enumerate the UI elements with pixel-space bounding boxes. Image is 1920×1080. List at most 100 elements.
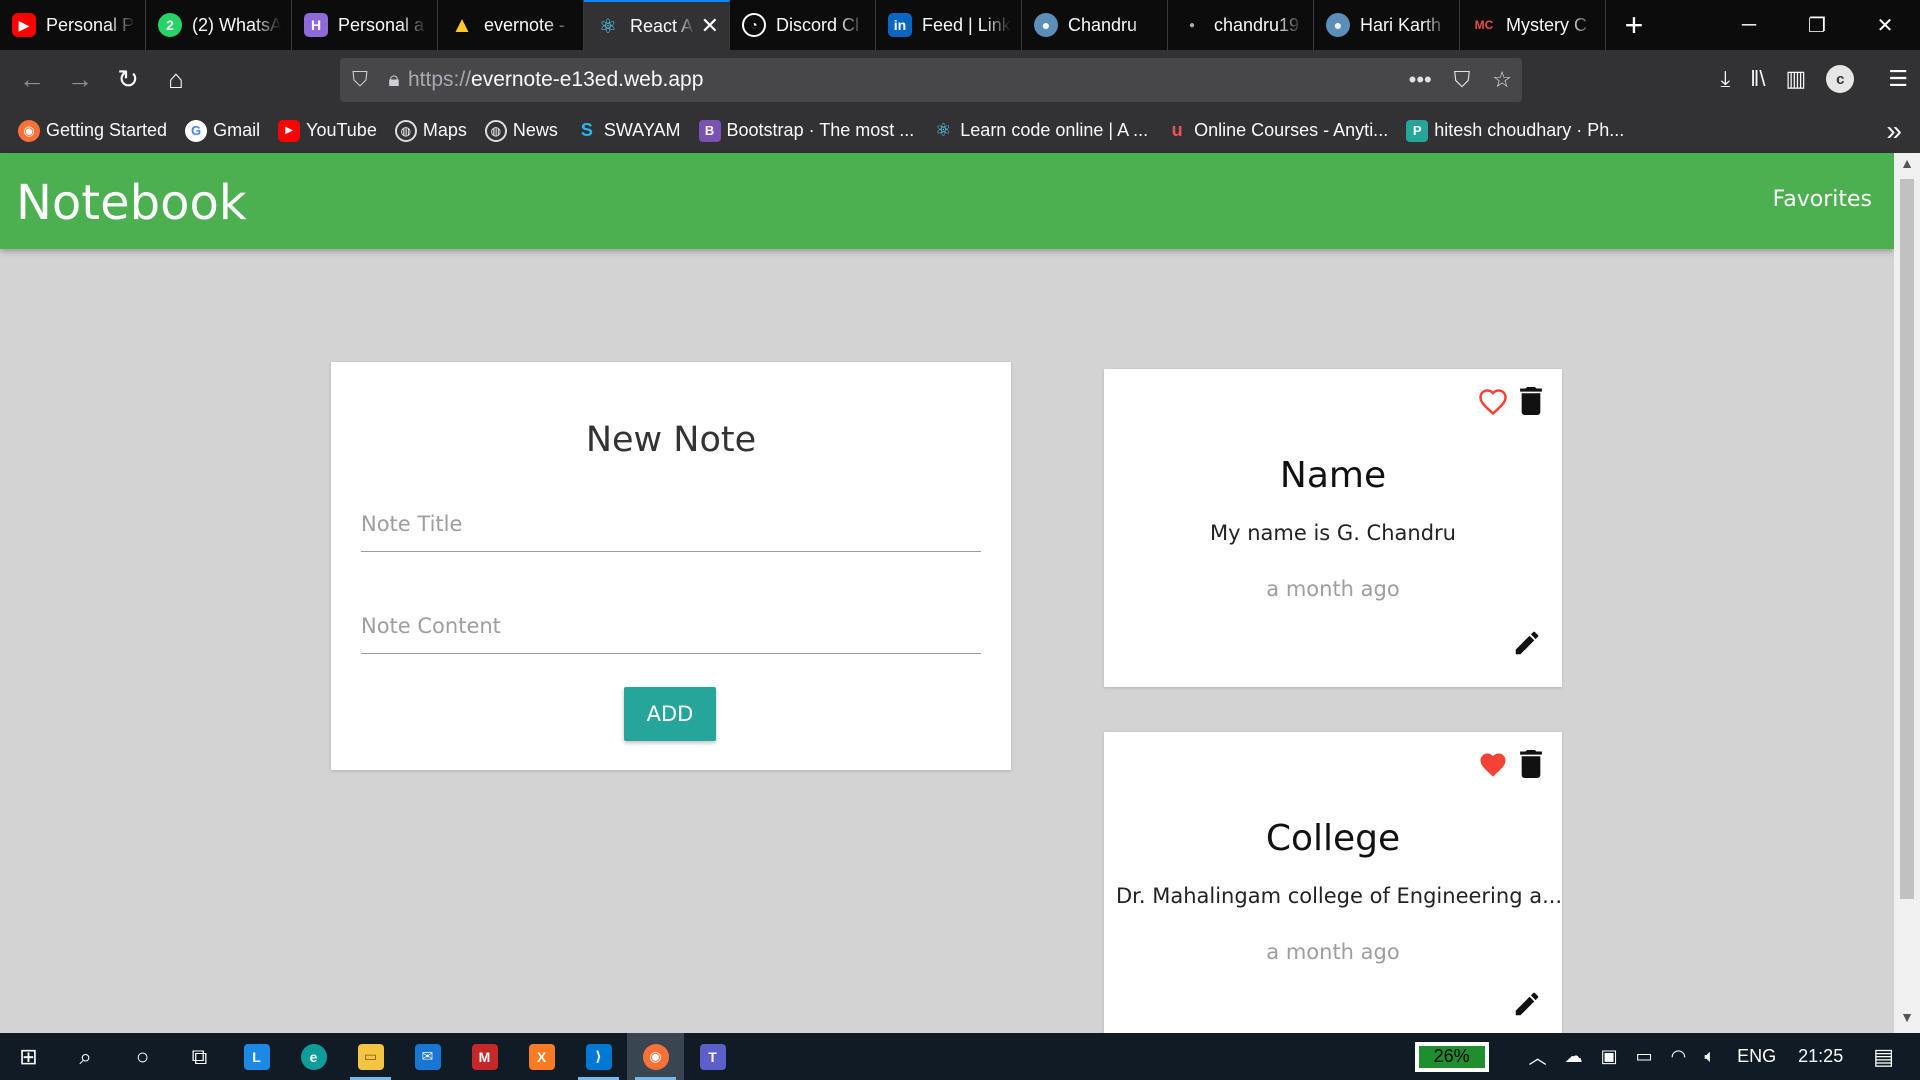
tab-label: Mystery C [1506, 14, 1587, 35]
library-icon[interactable]: ‖\ [1750, 66, 1765, 92]
bookmark-label: SWAYAM [603, 120, 681, 140]
search-icon[interactable]: ⌕ [57, 1033, 114, 1080]
home-icon[interactable]: ⌂ [152, 55, 200, 103]
new-note-form: New Note Note Title Note Content ADD [331, 362, 1011, 770]
language-indicator[interactable]: ENG [1737, 1046, 1776, 1067]
tab-firebase[interactable]: ▲ evernote - [438, 0, 584, 50]
restore-icon[interactable]: ❐ [1782, 0, 1852, 50]
mc-icon: MC [1474, 18, 1494, 32]
lens-icon[interactable]: L [228, 1033, 285, 1080]
tab-react-active[interactable]: ⚛ React A ✕ [584, 0, 730, 50]
bookmark-label: Learn code online | A ... [960, 120, 1149, 140]
profile-avatar[interactable]: c [1826, 65, 1855, 93]
chevron-up-icon[interactable]: ︿ [1529, 1044, 1547, 1070]
task-view-icon[interactable]: ⧉ [171, 1033, 228, 1080]
tab-linkedin[interactable]: in Feed | Link [876, 0, 1022, 50]
onedrive-icon[interactable]: ☁ [1565, 1046, 1583, 1067]
tab-label: Discord Cl [776, 14, 860, 35]
menu-icon[interactable]: ☰ [1888, 66, 1908, 92]
bookmark-label: Online Courses - Anyti... [1194, 120, 1389, 140]
page-icon: P [1406, 119, 1429, 142]
tab-youtube[interactable]: ▶ Personal P [0, 0, 146, 50]
url-host: evernote-e13ed.web.app [471, 68, 704, 91]
udemy-icon: u [1171, 120, 1183, 140]
note-content-input[interactable]: Note Content [361, 600, 981, 654]
tab-discord[interactable]: ◔ Discord Cl [730, 0, 876, 50]
app-header: Notebook Favorites [0, 153, 1894, 249]
bookmark-maps[interactable]: ◍ Maps [394, 119, 467, 142]
bookmark-online-courses[interactable]: u Online Courses - Anyti... [1166, 120, 1389, 142]
volume-icon[interactable]: 🔈︎ [1704, 1046, 1715, 1067]
meet-now-icon[interactable]: ▣ [1601, 1046, 1618, 1067]
close-window-icon[interactable]: ✕ [1850, 0, 1920, 50]
google-icon: G [185, 119, 208, 142]
lock-icon[interactable]: 🔒︎ [380, 68, 408, 92]
bookmark-learn-code[interactable]: ⚛ Learn code online | A ... [932, 120, 1148, 142]
favorite-filled-icon[interactable] [1478, 750, 1508, 783]
back-icon[interactable]: ← [8, 55, 56, 103]
bookmark-swayam[interactable]: S SWAYAM [576, 120, 681, 142]
chevron-more-icon[interactable]: » [1886, 108, 1902, 153]
file-explorer-icon[interactable]: ▭ [342, 1033, 399, 1080]
tab-hashnode[interactable]: H Personal a [292, 0, 438, 50]
url-bar[interactable]: ⛉ 🔒︎ https:// evernote-e13ed.web.app •••… [340, 58, 1522, 102]
bookmark-bootstrap[interactable]: B Bootstrap · The most ... [698, 119, 914, 142]
favorites-link[interactable]: Favorites [1773, 187, 1872, 212]
delete-icon[interactable] [1520, 750, 1542, 783]
bookmark-hitesh[interactable]: P hitesh choudhary · Ph... [1406, 119, 1624, 142]
hashnode-icon: H [304, 13, 328, 37]
tab-chandru[interactable]: ● Chandru [1022, 0, 1168, 50]
notifications-icon[interactable]: ▤ [1873, 1044, 1894, 1070]
tab-label: chandru19 [1214, 14, 1300, 35]
scroll-up-icon[interactable]: ▲ [1894, 155, 1920, 177]
bookmark-gmail[interactable]: G Gmail [185, 119, 261, 142]
close-tab-icon[interactable]: ✕ [701, 13, 719, 39]
shield-icon[interactable]: ⛉ [340, 68, 380, 92]
clock[interactable]: 21:25 [1798, 1046, 1843, 1067]
scrollbar-thumb[interactable] [1900, 179, 1914, 899]
youtube-icon: ▶ [278, 119, 301, 142]
reload-icon[interactable]: ↻ [104, 55, 152, 103]
page-scrollbar[interactable]: ▲ ▼ [1894, 153, 1920, 1033]
bookmark-star-icon[interactable]: ☆ [1492, 67, 1512, 93]
teams-icon[interactable]: T [684, 1033, 741, 1080]
bookmark-label: Maps [422, 120, 467, 140]
edit-pencil-icon[interactable] [1512, 628, 1542, 663]
bookmark-news[interactable]: ◍ News [484, 119, 558, 142]
downloads-icon[interactable]: ⤓ [1721, 66, 1731, 92]
scroll-down-icon[interactable]: ▼ [1894, 1009, 1920, 1031]
note-card: Name My name is G. Chandru a month ago [1104, 369, 1562, 687]
mcafee-icon[interactable]: M [456, 1033, 513, 1080]
sidebar-icon[interactable]: ▥ [1785, 66, 1806, 92]
bookmark-youtube[interactable]: ▶ YouTube [278, 119, 377, 142]
favorite-outline-icon[interactable] [1478, 387, 1508, 420]
pocket-icon[interactable]: ⛉ [1454, 67, 1471, 93]
vscode-icon[interactable]: ⟩ [570, 1033, 627, 1080]
new-tab-button[interactable]: + [1606, 0, 1662, 50]
tab-hari[interactable]: ● Hari Karth [1314, 0, 1460, 50]
bookmark-label: Gmail [213, 120, 261, 140]
tab-mystery[interactable]: MC Mystery C [1460, 0, 1606, 50]
windows-icon[interactable]: ⊞ [0, 1033, 57, 1080]
wifi-icon[interactable]: ◠ [1671, 1046, 1687, 1067]
tab-whatsapp[interactable]: 2 (2) WhatsA [146, 0, 292, 50]
xampp-icon[interactable]: X [513, 1033, 570, 1080]
brand-logo[interactable]: Notebook [16, 175, 247, 231]
tab-label: React A [630, 15, 694, 36]
tab-label: Chandru [1068, 14, 1138, 35]
note-card: College Dr. Mahalingam college of Engine… [1104, 732, 1562, 1050]
edge-icon[interactable]: e [285, 1033, 342, 1080]
note-title-input[interactable]: Note Title [361, 498, 981, 552]
forward-icon[interactable]: → [56, 55, 104, 103]
add-note-button[interactable]: ADD [624, 687, 716, 741]
delete-icon[interactable] [1520, 387, 1542, 420]
tab-chandru19[interactable]: ● chandru19 [1168, 0, 1314, 50]
battery-indicator[interactable]: 26% [1414, 1041, 1489, 1072]
bookmark-getting-started[interactable]: ◉ Getting Started [18, 119, 167, 142]
page-actions-icon[interactable]: ••• [1409, 67, 1432, 93]
battery-icon[interactable]: ▭ [1636, 1046, 1653, 1067]
minimize-icon[interactable]: ─ [1714, 0, 1784, 50]
firefox-icon[interactable]: ◉ [627, 1033, 684, 1080]
cortana-icon[interactable]: ○ [114, 1033, 171, 1080]
mail-icon[interactable]: ✉ [399, 1033, 456, 1080]
